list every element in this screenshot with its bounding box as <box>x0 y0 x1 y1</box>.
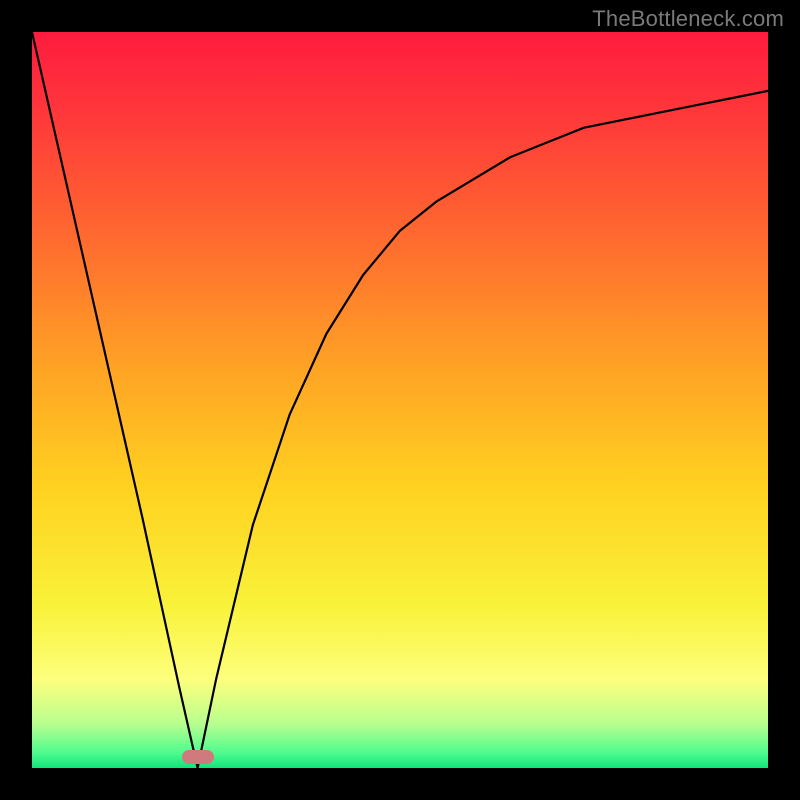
gradient-rect <box>32 32 768 768</box>
plot-area <box>32 32 768 768</box>
chart-frame: TheBottleneck.com <box>0 0 800 800</box>
watermark-text: TheBottleneck.com <box>592 6 784 32</box>
plot-svg <box>32 32 768 768</box>
minimum-marker <box>182 750 214 764</box>
